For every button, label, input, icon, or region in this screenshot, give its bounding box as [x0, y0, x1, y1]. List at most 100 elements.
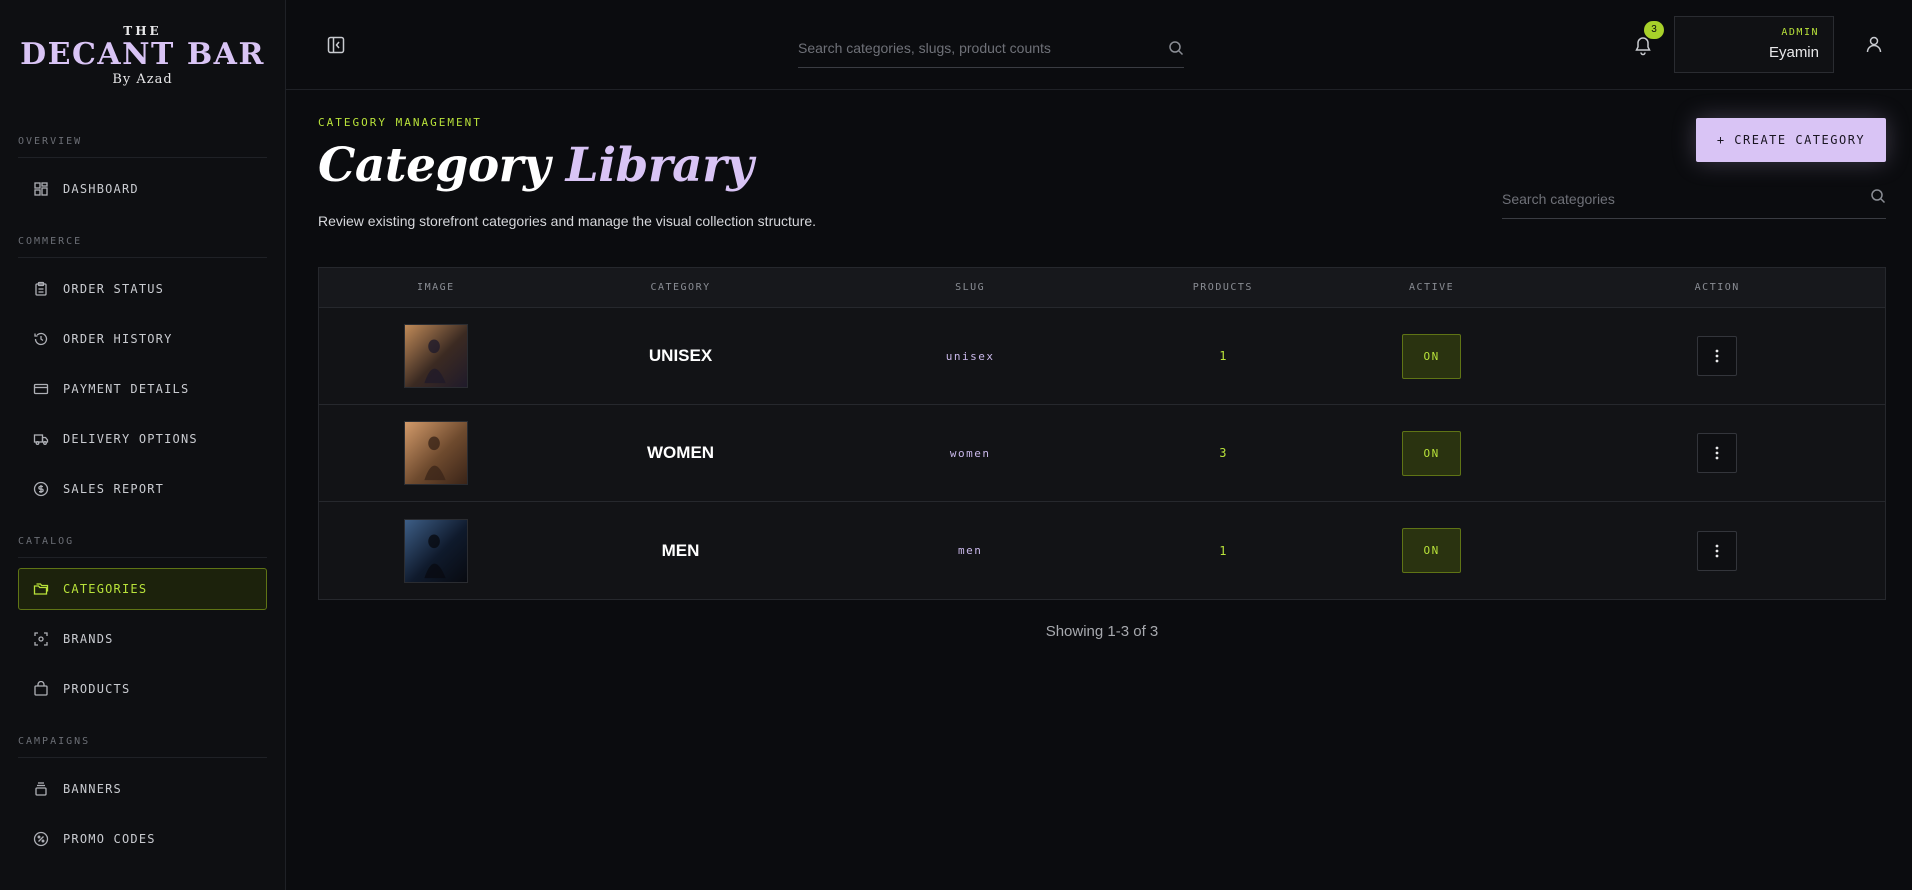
sidebar-nav: OVERVIEW DASHBOARD COMMERCE ORDER STATUS ORD… — [0, 118, 285, 860]
sidebar-item-label: BRANDS — [63, 632, 114, 646]
column-header-products: PRODUCTS — [1192, 282, 1253, 293]
active-toggle-button[interactable]: ON — [1402, 528, 1462, 573]
dollar-circle-icon — [33, 481, 49, 497]
action-cell — [1549, 336, 1885, 376]
sidebar-item-products[interactable]: PRODUCTS — [18, 668, 267, 710]
products-cell: 3 — [1132, 446, 1314, 460]
brand-by: By Azad — [112, 72, 173, 87]
sidebar-item-label: BANNERS — [63, 782, 122, 796]
brand-the: THE — [123, 24, 162, 38]
table-header: IMAGE CATEGORY SLUG PRODUCTS ACTIVE ACTION — [319, 268, 1885, 308]
category-cell: WOMEN — [553, 443, 809, 463]
action-cell — [1549, 433, 1885, 473]
notification-badge: 3 — [1644, 21, 1664, 39]
global-search-input[interactable] — [798, 39, 1168, 56]
column-header-active: ACTIVE — [1409, 282, 1455, 293]
category-search-input[interactable] — [1502, 190, 1870, 207]
table-body: UNISEX unisex 1 ON WOMEN women 3 ON MEN … — [319, 308, 1885, 599]
nav-section-title: CATALOG — [18, 518, 267, 558]
truck-icon — [33, 431, 49, 447]
category-table: IMAGE CATEGORY SLUG PRODUCTS ACTIVE ACTION UN… — [318, 267, 1886, 600]
admin-role: ADMIN — [1781, 27, 1819, 38]
page-title-main: Category — [318, 138, 550, 193]
page-title: Category Library — [318, 138, 754, 193]
admin-name: Eyamin — [1768, 44, 1819, 61]
sidebar-item-delivery-options[interactable]: DELIVERY OPTIONS — [18, 418, 267, 460]
sidebar-item-label: ORDER HISTORY — [63, 332, 173, 346]
row-actions-button[interactable] — [1697, 530, 1738, 571]
sidebar-item-dashboard[interactable]: DASHBOARD — [18, 168, 267, 210]
action-cell — [1549, 530, 1885, 571]
table-row: WOMEN women 3 ON — [319, 405, 1885, 502]
table-row: UNISEX unisex 1 ON — [319, 308, 1885, 405]
admin-profile-card[interactable]: ADMIN Eyamin — [1674, 16, 1834, 73]
column-header-action: ACTION — [1694, 282, 1740, 293]
more-vertical-icon — [1715, 446, 1719, 460]
active-toggle-button[interactable]: ON — [1402, 430, 1462, 476]
active-toggle-button[interactable]: ON — [1402, 333, 1462, 379]
nav-section-overview: OVERVIEW DASHBOARD — [0, 118, 285, 210]
nav-section-title: OVERVIEW — [18, 118, 267, 158]
sidebar-item-categories[interactable]: CATEGORIES — [18, 568, 267, 610]
page-eyebrow: CATEGORY MANAGEMENT — [318, 116, 482, 129]
sidebar-item-label: SALES REPORT — [63, 482, 165, 496]
sidebar-item-label: PAYMENT DETAILS — [63, 382, 190, 396]
more-vertical-icon — [1715, 349, 1719, 363]
sidebar-toggle-icon[interactable] — [326, 35, 346, 55]
active-cell: ON — [1314, 430, 1550, 476]
history-icon — [33, 331, 49, 347]
percent-badge-icon — [33, 831, 49, 847]
column-header-category: CATEGORY — [650, 282, 711, 293]
slug-cell: men — [808, 544, 1132, 557]
sidebar-item-sales-report[interactable]: SALES REPORT — [18, 468, 267, 510]
category-search — [1502, 179, 1886, 219]
products-cell: 1 — [1132, 349, 1314, 363]
active-cell: ON — [1314, 528, 1550, 573]
image-cell — [319, 518, 553, 583]
row-actions-button[interactable] — [1697, 336, 1738, 376]
sidebar-item-order-history[interactable]: ORDER HISTORY — [18, 318, 267, 360]
row-actions-button[interactable] — [1697, 433, 1738, 473]
sidebar-item-label: ORDER STATUS — [63, 282, 165, 296]
product-count: 3 — [1219, 446, 1227, 460]
category-thumbnail[interactable] — [403, 518, 468, 583]
brand-logo[interactable]: THE DECANT BAR By Azad — [0, 0, 285, 118]
category-name: UNISEX — [648, 346, 713, 365]
layers-icon — [33, 781, 49, 797]
products-cell: 1 — [1132, 544, 1314, 558]
sidebar-item-label: PROMO CODES — [63, 832, 156, 846]
nav-section-title: COMMERCE — [18, 218, 267, 258]
search-icon[interactable] — [1870, 188, 1886, 209]
sidebar-item-order-status[interactable]: ORDER STATUS — [18, 268, 267, 310]
dashboard-icon — [33, 181, 49, 197]
nav-section-commerce: COMMERCE ORDER STATUS ORDER HISTORY PAYMENT… — [0, 218, 285, 510]
more-vertical-icon — [1715, 544, 1719, 557]
image-cell — [319, 324, 553, 388]
clipboard-icon — [33, 281, 49, 297]
folders-icon — [33, 581, 49, 597]
search-icon[interactable] — [1168, 40, 1184, 56]
user-icon[interactable] — [1864, 34, 1884, 54]
credit-card-icon — [33, 381, 49, 397]
nav-section-campaigns: CAMPAIGNS BANNERS PROMO CODES — [0, 718, 285, 860]
sidebar-item-banners[interactable]: BANNERS — [18, 768, 267, 810]
category-name: WOMEN — [647, 443, 715, 462]
page-title-accent: Library — [565, 138, 754, 193]
topbar: 3 ADMIN Eyamin — [286, 0, 1912, 90]
sidebar-item-payment-details[interactable]: PAYMENT DETAILS — [18, 368, 267, 410]
category-thumbnail[interactable] — [403, 324, 468, 388]
sidebar-item-brands[interactable]: BRANDS — [18, 618, 267, 660]
create-category-button[interactable]: + CREATE CATEGORY — [1696, 118, 1886, 162]
table-row: MEN men 1 ON — [319, 502, 1885, 599]
sidebar-item-promo-codes[interactable]: PROMO CODES — [18, 818, 267, 860]
product-count: 1 — [1219, 349, 1227, 363]
category-thumbnail[interactable] — [403, 421, 468, 485]
column-header-image: IMAGE — [417, 282, 455, 293]
box-icon — [33, 681, 49, 697]
sidebar-item-label: DELIVERY OPTIONS — [63, 432, 198, 446]
brand-name: DECANT BAR — [20, 37, 265, 72]
nav-section-catalog: CATALOG CATEGORIES BRANDS PRODUCTS — [0, 518, 285, 710]
category-slug: women — [949, 446, 991, 460]
active-cell: ON — [1314, 333, 1550, 379]
sidebar-item-label: CATEGORIES — [63, 582, 148, 596]
